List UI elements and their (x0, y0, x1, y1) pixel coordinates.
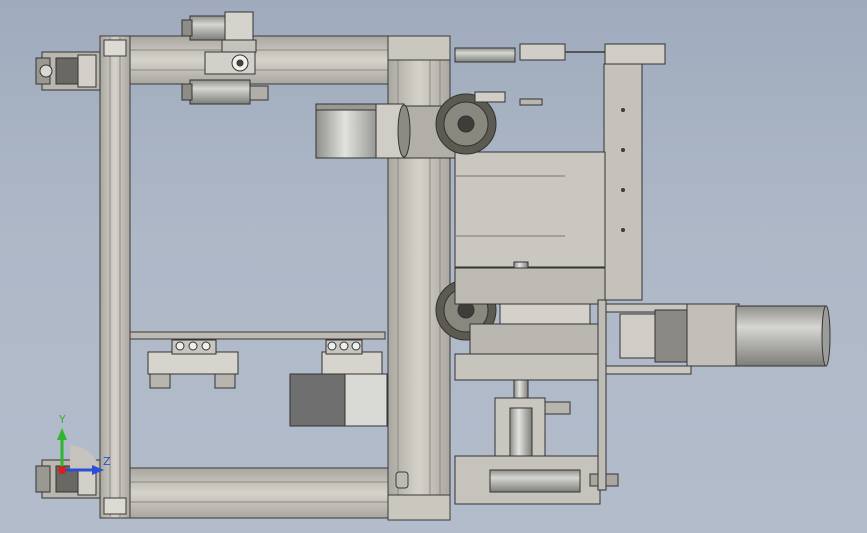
left-mount-top (35, 51, 101, 91)
vertical-plate (603, 63, 643, 301)
bottom-rail (99, 467, 391, 519)
cad-viewport[interactable]: Y Z (0, 0, 867, 533)
solenoid-valve-right (321, 339, 383, 375)
y-axis-label: Y (59, 413, 66, 426)
assembly-drawing[interactable] (0, 0, 867, 533)
drive-motor (619, 303, 831, 367)
stepper-motor (315, 103, 457, 159)
x-axis-dot (58, 466, 66, 474)
solenoid-valve-left (147, 339, 239, 389)
left-post (99, 35, 131, 519)
z-axis-label: Z (103, 455, 111, 468)
main-block (454, 151, 606, 268)
right-mechanism (435, 43, 692, 505)
middle-shelf (129, 331, 386, 340)
control-box (289, 373, 388, 427)
